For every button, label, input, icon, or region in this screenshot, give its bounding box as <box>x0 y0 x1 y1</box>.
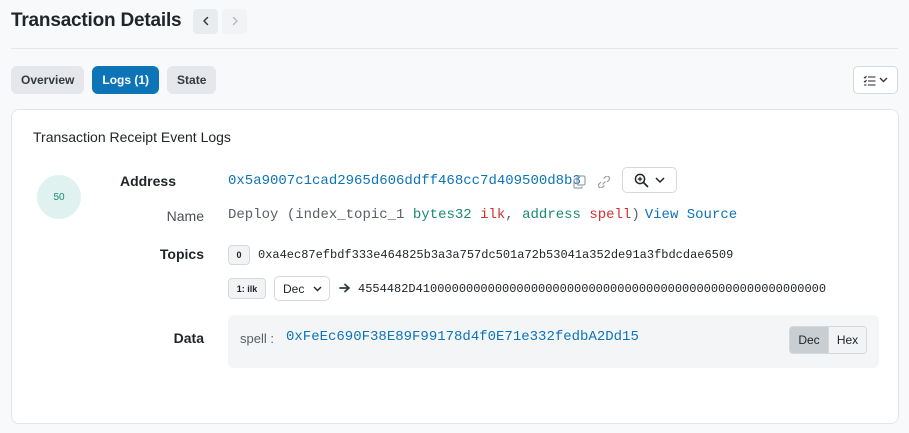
chevron-right-icon <box>232 16 238 26</box>
tab-bar: Overview Logs (1) State <box>11 66 217 94</box>
tab-overview[interactable]: Overview <box>11 66 85 94</box>
tab-logs[interactable]: Logs (1) <box>92 66 160 94</box>
card-title: Transaction Receipt Event Logs <box>33 129 231 145</box>
topics-label: Topics <box>159 246 204 262</box>
address-label: Address <box>119 173 176 189</box>
topic-index-badge: 1: ilk <box>228 278 266 299</box>
topic-index-badge: 0 <box>228 245 250 265</box>
param-type: address <box>522 207 581 223</box>
copy-icon <box>572 175 586 189</box>
address-link-button[interactable] <box>596 174 612 190</box>
chevron-down-icon <box>313 286 322 291</box>
page-title: Transaction Details <box>11 10 182 31</box>
chevron-down-icon <box>879 77 888 83</box>
tab-state[interactable]: State <box>167 66 217 94</box>
previous-transaction-button[interactable] <box>193 8 219 34</box>
hex-format-button[interactable]: Hex <box>828 327 866 353</box>
event-name: Deploy <box>228 207 279 223</box>
event-logs-card: Transaction Receipt Event Logs 50 Addres… <box>11 109 899 424</box>
header-divider <box>11 48 898 49</box>
topic-value: 0xa4ec87efbdf333e464825b3a3a757dc501a72b… <box>258 248 734 262</box>
chevron-left-icon <box>203 16 209 26</box>
signature-separator: , <box>505 207 523 223</box>
page-header: Transaction Details <box>11 8 248 34</box>
param-indexed-label: index_topic_1 <box>295 207 405 223</box>
data-address-link[interactable]: 0xFeEc690F38E89F99178d4f0E71e332fedbA2Dd… <box>286 329 639 345</box>
topic-format-value: Dec <box>283 281 305 296</box>
zoom-in-icon <box>634 173 649 187</box>
data-format-toggle: Dec Hex <box>789 326 867 354</box>
param-type: bytes32 <box>412 207 472 223</box>
list-check-icon <box>863 75 876 86</box>
view-options-dropdown[interactable] <box>853 66 898 94</box>
view-source-link[interactable]: View Source <box>645 207 737 223</box>
topic-decoded-value: 4554482D41000000000000000000000000000000… <box>358 282 827 296</box>
address-link[interactable]: 0x5a9007c1cad2965d606ddff468cc7d409500d8… <box>228 173 581 189</box>
link-icon <box>597 176 611 188</box>
data-label: Data <box>173 330 204 346</box>
name-label: Name <box>166 208 204 224</box>
event-signature: Deploy (index_topic_1 bytes32 ilk, addre… <box>228 207 737 223</box>
param-name: spell <box>589 207 632 223</box>
signature-paren-close: ) <box>631 207 640 223</box>
copy-address-button[interactable] <box>571 174 587 190</box>
signature-paren-open: ( <box>278 207 296 223</box>
chevron-down-icon <box>655 176 665 183</box>
topic-format-select[interactable]: Dec <box>274 276 330 301</box>
arrow-right-icon <box>339 283 350 293</box>
next-transaction-button[interactable] <box>222 8 248 34</box>
data-panel: spell : 0xFeEc690F38E89F99178d4f0E71e332… <box>228 315 879 368</box>
data-param-name: spell : <box>240 331 274 346</box>
dec-format-button[interactable]: Dec <box>790 327 828 353</box>
param-name: ilk <box>480 207 506 223</box>
address-actions-dropdown[interactable] <box>622 167 677 193</box>
